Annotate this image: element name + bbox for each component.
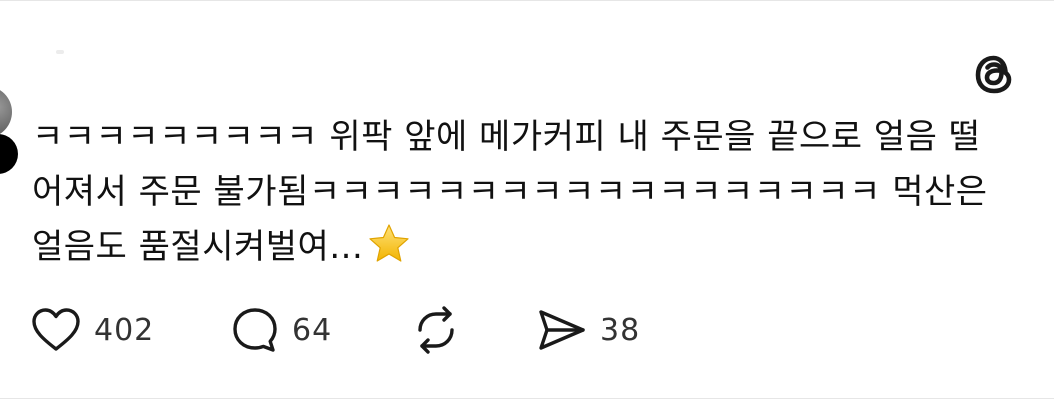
bottom-divider	[0, 398, 1054, 399]
reply-button[interactable]: 64	[230, 305, 410, 355]
avatar-badge	[0, 134, 18, 174]
top-divider	[0, 0, 1054, 1]
faint-mark	[56, 50, 64, 54]
reply-count: 64	[292, 312, 333, 348]
thread-post-card: ㅋㅋㅋㅋㅋㅋㅋㅋㅋ 위팍 앞에 메가커피 내 주문을 끝으로 얼음 떨 어져서 …	[0, 0, 1054, 405]
like-button[interactable]: 402	[30, 306, 210, 354]
post-body-text: ㅋㅋㅋㅋㅋㅋㅋㅋㅋ 위팍 앞에 메가커피 내 주문을 끝으로 얼음 떨 어져서 …	[32, 110, 1022, 275]
share-count: 38	[600, 312, 641, 348]
like-count: 402	[94, 312, 155, 348]
star-emoji-icon	[369, 224, 409, 262]
threads-logo-icon[interactable]	[968, 48, 1020, 100]
repost-button[interactable]	[410, 304, 536, 356]
post-text-line-2: 어져서 주문 불가됨ㅋㅋㅋㅋㅋㅋㅋㅋㅋㅋㅋㅋㅋㅋㅋㅋㅋㅋ 먹산은	[32, 172, 988, 212]
post-text-line-3: 얼음도 품절시켜벌여...	[32, 227, 364, 267]
share-button[interactable]: 38	[536, 306, 640, 354]
speech-bubble-icon	[233, 308, 277, 352]
heart-icon	[32, 308, 80, 351]
post-text-line-1: ㅋㅋㅋㅋㅋㅋㅋㅋㅋ 위팍 앞에 메가커피 내 주문을 끝으로 얼음 떨	[32, 117, 981, 157]
repost-icon	[418, 306, 454, 354]
avatar[interactable]	[0, 86, 12, 138]
send-icon	[539, 310, 585, 350]
post-actions: 402 64 38	[30, 302, 640, 358]
